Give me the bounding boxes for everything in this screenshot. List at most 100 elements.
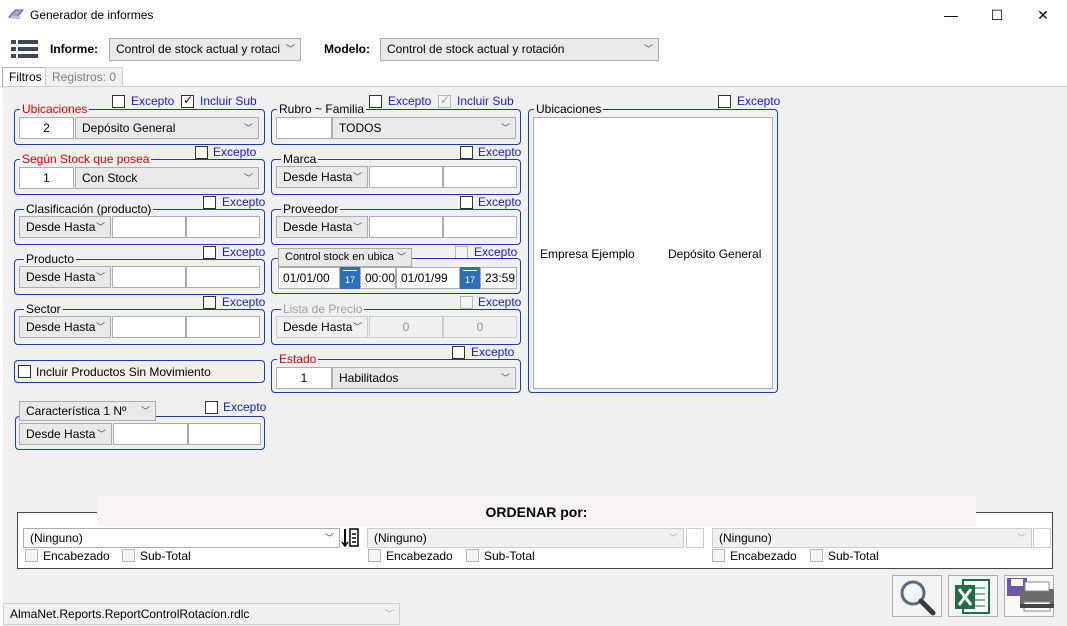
close-button[interactable]: ✕: [1020, 0, 1066, 30]
sin-movimiento-checkbox[interactable]: [18, 365, 31, 378]
order-3-encabezado-checkbox[interactable]: [712, 549, 725, 562]
ubic-list-item-deposito[interactable]: Depósito General: [668, 247, 761, 261]
producto-desde-input[interactable]: [112, 266, 186, 288]
order-1-select[interactable]: (Ninguno) ﹀: [23, 528, 340, 548]
menu-icon[interactable]: [11, 39, 39, 59]
marca-desde-input[interactable]: [369, 166, 443, 188]
rubro-code-input[interactable]: [276, 117, 332, 139]
estado-excepto-checkbox[interactable]: [452, 346, 465, 359]
lista-precio-hasta-input[interactable]: 0: [443, 316, 517, 338]
clasificacion-excepto-checkbox[interactable]: [203, 196, 216, 209]
marca-excepto-label: Excepto: [478, 145, 522, 159]
control-time-to-input[interactable]: 23:59: [480, 267, 517, 289]
control-date-to-input[interactable]: 01/01/99: [396, 267, 460, 289]
order-1-subtotal-checkbox[interactable]: [122, 549, 135, 562]
proveedor-desde-input[interactable]: [369, 216, 443, 238]
calendar-icon[interactable]: 17: [340, 267, 360, 289]
sector-desde-input[interactable]: [112, 316, 186, 338]
rubro-incluir-sub-checkbox[interactable]: [438, 93, 451, 108]
tab-registros[interactable]: Registros: 0: [45, 67, 124, 87]
producto-hasta-input[interactable]: [186, 266, 260, 288]
order-3-subtotal-label: Sub-Total: [828, 549, 879, 563]
clasificacion-desde-input[interactable]: [112, 216, 186, 238]
stock-excepto-checkbox[interactable]: [195, 146, 208, 159]
order-1-encabezado-checkbox[interactable]: [25, 549, 38, 562]
proveedor-excepto-label: Excepto: [478, 195, 522, 209]
tab-strip: Filtros Registros: 0: [0, 67, 1067, 87]
maximize-button[interactable]: ☐: [974, 0, 1020, 30]
chevron-down-icon: ﹀: [500, 123, 510, 133]
marca-mode-select[interactable]: Desde Hasta ﹀: [276, 166, 368, 188]
caracteristica-mode-select[interactable]: Desde Hasta ﹀: [19, 423, 112, 445]
marca-excepto-checkbox[interactable]: [460, 146, 473, 159]
chevron-down-icon: ﹀: [95, 272, 105, 282]
export-excel-button[interactable]: [948, 575, 998, 617]
order-3-subtotal-checkbox[interactable]: [810, 549, 823, 562]
clasificacion-hasta-input[interactable]: [186, 216, 260, 238]
proveedor-title: Proveedor: [281, 202, 341, 216]
order-2-encabezado-checkbox[interactable]: [368, 549, 381, 562]
clasificacion-mode-select[interactable]: Desde Hasta ﹀: [19, 216, 111, 238]
informe-select[interactable]: Control de stock actual y rotaci ﹀: [109, 38, 301, 61]
estado-code-input[interactable]: 1: [276, 367, 332, 389]
control-date-from-input[interactable]: 01/01/00: [278, 267, 340, 289]
clasificacion-excepto-label: Excepto: [222, 195, 266, 209]
control-excepto-label: Excepto: [474, 245, 518, 259]
ubic-list-item-empresa[interactable]: Empresa Ejemplo: [540, 247, 635, 261]
calendar-day: 17: [344, 275, 355, 285]
order-3-sort-button[interactable]: [1033, 528, 1051, 548]
ubicaciones-code-input[interactable]: 2: [19, 117, 74, 139]
lista-precio-excepto-checkbox[interactable]: [460, 296, 473, 309]
proveedor-hasta-input[interactable]: [443, 216, 517, 238]
chevron-down-icon: ﹀: [324, 533, 334, 543]
tab-filtros[interactable]: Filtros: [2, 67, 49, 87]
order-1-value: (Ninguno): [30, 531, 83, 545]
sector-hasta-input[interactable]: [186, 316, 260, 338]
order-2-sort-button[interactable]: [686, 528, 704, 548]
lista-precio-mode-select[interactable]: Desde Hasta ﹀: [276, 316, 368, 338]
producto-mode-select[interactable]: Desde Hasta ﹀: [19, 266, 111, 288]
control-type-select[interactable]: Control stock en ubica ﹀: [278, 248, 412, 267]
estado-select[interactable]: Habilitados ﹀: [332, 367, 516, 389]
rubro-select-value: TODOS: [339, 121, 382, 135]
caracteristica-hasta-input[interactable]: [188, 423, 261, 445]
caracteristica-excepto-checkbox[interactable]: [205, 401, 218, 414]
chevron-down-icon: ﹀: [352, 222, 362, 232]
order-2-select[interactable]: (Ninguno) ﹀: [367, 528, 684, 548]
order-2-subtotal-checkbox[interactable]: [466, 549, 479, 562]
ubicaciones-excepto-checkbox[interactable]: [112, 95, 125, 108]
control-time-from-input[interactable]: 00:00: [360, 267, 396, 289]
chevron-down-icon: ﹀: [243, 123, 253, 133]
preview-button[interactable]: [892, 575, 942, 617]
ubicaciones-select[interactable]: Depósito General ﹀: [75, 117, 259, 139]
ubic-list-excepto-checkbox[interactable]: [718, 95, 731, 108]
order-3-value: (Ninguno): [719, 531, 772, 545]
producto-excepto-checkbox[interactable]: [203, 246, 216, 259]
chevron-down-icon: ﹀: [96, 429, 106, 439]
caracteristica-desde-input[interactable]: [113, 423, 188, 445]
report-file-select[interactable]: AlmaNet.Reports.ReportControlRotacion.rd…: [3, 603, 400, 625]
sort-icon[interactable]: [341, 527, 359, 548]
rubro-select[interactable]: TODOS ﹀: [332, 117, 516, 139]
lista-precio-mode-value: Desde Hasta: [283, 320, 353, 334]
caracteristica-type-select[interactable]: Característica 1 Nº ﹀: [19, 401, 156, 421]
rubro-excepto-checkbox[interactable]: [369, 95, 382, 108]
stock-title: Según Stock que posea: [20, 152, 152, 166]
calendar-icon[interactable]: 17: [460, 267, 480, 289]
save-print-button[interactable]: [1004, 575, 1054, 617]
rubro-incluir-sub-label: Incluir Sub: [457, 94, 514, 108]
rubro-excepto-label: Excepto: [388, 94, 432, 108]
lista-precio-desde-input[interactable]: 0: [369, 316, 443, 338]
proveedor-mode-select[interactable]: Desde Hasta ﹀: [276, 216, 368, 238]
marca-mode-value: Desde Hasta: [283, 170, 353, 184]
marca-hasta-input[interactable]: [443, 166, 517, 188]
proveedor-excepto-checkbox[interactable]: [460, 196, 473, 209]
minimize-button[interactable]: —: [928, 0, 974, 30]
modelo-select[interactable]: Control de stock actual y rotación ﹀: [380, 38, 659, 61]
sector-mode-select[interactable]: Desde Hasta ﹀: [19, 316, 111, 338]
ubicaciones-incluir-sub-checkbox[interactable]: [181, 93, 194, 108]
order-3-select[interactable]: (Ninguno) ﹀: [712, 528, 1032, 548]
stock-code-input[interactable]: 1: [19, 167, 74, 189]
stock-select[interactable]: Con Stock ﹀: [75, 167, 259, 189]
sector-excepto-checkbox[interactable]: [203, 296, 216, 309]
